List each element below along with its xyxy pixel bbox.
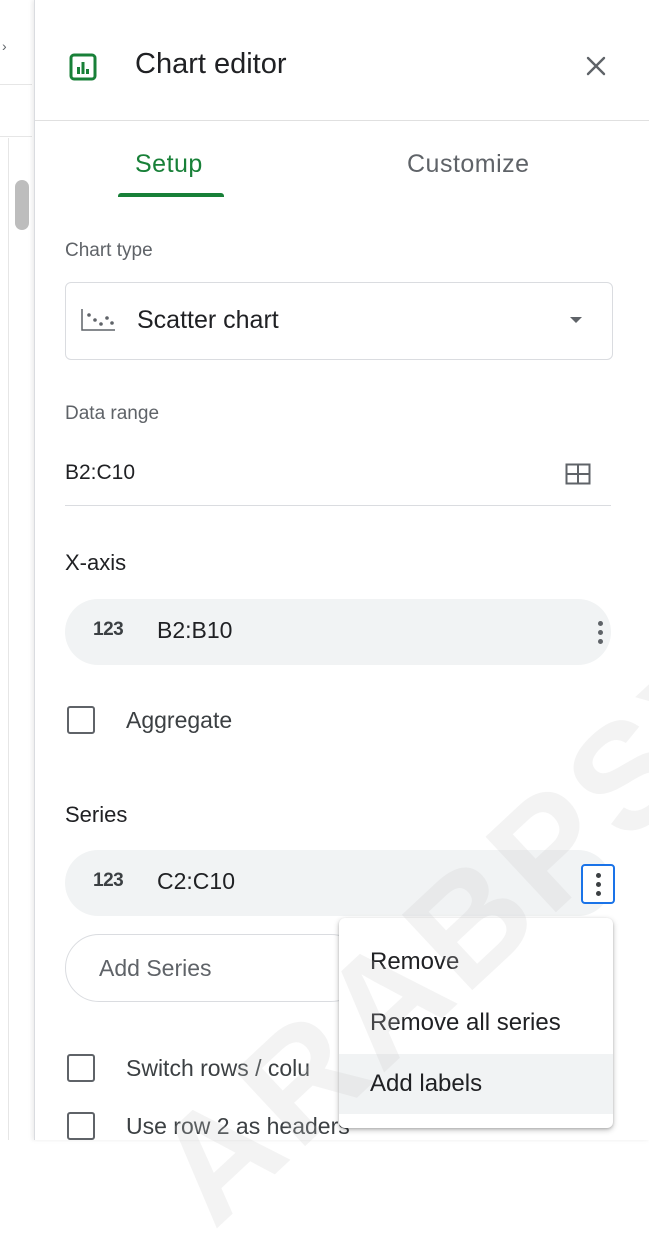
grid-select-icon[interactable] bbox=[565, 463, 591, 485]
tab-customize[interactable]: Customize bbox=[407, 150, 530, 179]
scatter-chart-icon bbox=[81, 309, 115, 331]
x-axis-heading: X-axis bbox=[65, 550, 127, 575]
data-range-label: Data range bbox=[65, 403, 160, 424]
series-heading: Series bbox=[65, 802, 128, 827]
x-axis-range-chip[interactable]: 123 B2:B10 bbox=[65, 599, 611, 665]
add-series-button[interactable]: Add Series bbox=[65, 934, 365, 1002]
data-range-input[interactable]: B2:C10 bbox=[65, 461, 135, 485]
close-button[interactable] bbox=[578, 48, 614, 84]
x-axis-more-icon[interactable] bbox=[583, 612, 617, 652]
menu-item-label: Add labels bbox=[370, 1070, 483, 1097]
menu-item-label: Remove bbox=[370, 948, 460, 975]
series-context-menu: Remove Remove all series Add labels bbox=[339, 918, 613, 1128]
aggregate-label: Aggregate bbox=[126, 707, 233, 733]
add-series-label: Add Series bbox=[99, 955, 212, 981]
chevron-right-icon: › bbox=[2, 38, 7, 54]
use-row-headers-checkbox[interactable] bbox=[67, 1112, 95, 1140]
chart-type-label: Chart type bbox=[65, 240, 153, 261]
menu-item-label: Remove all series bbox=[370, 1009, 561, 1036]
data-range-underline bbox=[65, 505, 611, 506]
number-type-icon: 123 bbox=[93, 619, 124, 640]
number-type-icon: 123 bbox=[93, 870, 124, 891]
spreadsheet-grid-edge: › bbox=[0, 0, 34, 1140]
chart-type-select[interactable]: Scatter chart bbox=[65, 282, 613, 360]
close-icon bbox=[586, 56, 606, 76]
chevron-down-icon bbox=[570, 317, 582, 323]
panel-header: Chart editor bbox=[35, 0, 649, 121]
series-range-chip[interactable]: 123 C2:C10 bbox=[65, 850, 615, 916]
x-axis-range: B2:B10 bbox=[157, 617, 233, 643]
aggregate-checkbox[interactable] bbox=[67, 706, 95, 734]
series-range: C2:C10 bbox=[157, 868, 235, 894]
menu-item-add-labels[interactable]: Add labels bbox=[339, 1054, 613, 1114]
sheet-scrollbar[interactable] bbox=[15, 180, 29, 230]
panel-title: Chart editor bbox=[135, 48, 287, 80]
menu-item-remove[interactable]: Remove bbox=[339, 932, 613, 992]
tab-setup[interactable]: Setup bbox=[135, 150, 203, 179]
active-tab-indicator bbox=[118, 193, 224, 197]
switch-rows-label: Switch rows / colu bbox=[126, 1055, 311, 1081]
use-row-headers-label: Use row 2 as headers bbox=[126, 1113, 350, 1139]
switch-rows-checkbox[interactable] bbox=[67, 1054, 95, 1082]
menu-item-remove-all-series[interactable]: Remove all series bbox=[339, 993, 613, 1053]
chart-editor-icon bbox=[69, 53, 97, 81]
chart-type-value: Scatter chart bbox=[137, 306, 279, 334]
series-more-icon[interactable] bbox=[581, 864, 615, 904]
